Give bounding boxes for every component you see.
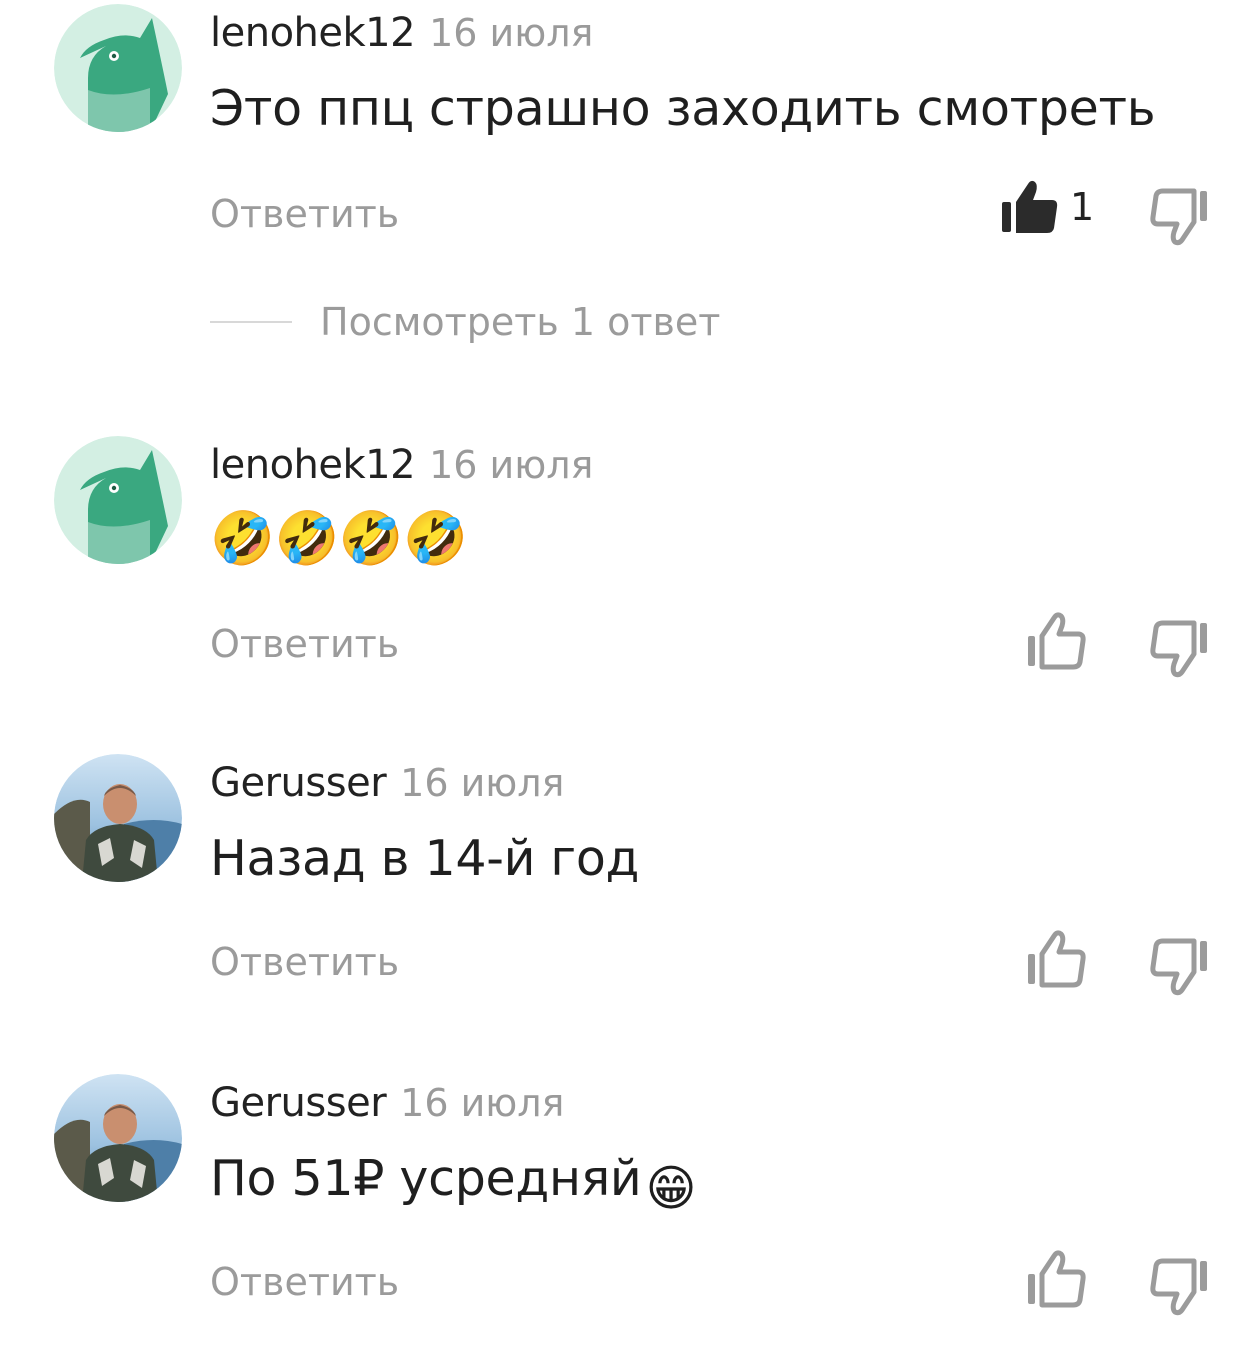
thumbs-down-icon <box>1150 188 1207 246</box>
comment-text: 🤣🤣🤣🤣 <box>210 509 468 569</box>
bird-avatar-icon <box>54 4 182 132</box>
view-replies-label: Посмотреть 1 ответ <box>320 300 721 344</box>
user-photo-avatar <box>54 754 182 882</box>
comment-date: 16 июля <box>400 761 565 805</box>
like-button[interactable] <box>1026 930 1086 988</box>
like-button[interactable] <box>1026 1250 1086 1308</box>
thumbs-down-icon <box>1150 938 1207 996</box>
comment-date: 16 июля <box>429 443 594 487</box>
author-name[interactable]: lenohek12 <box>210 442 416 488</box>
dislike-button[interactable] <box>1150 938 1210 1000</box>
thumbs-down-icon <box>1150 620 1207 678</box>
comment-text-body: По 51₽ усредняй <box>210 1150 642 1207</box>
author-name[interactable]: Gerusser <box>210 760 387 806</box>
dislike-button[interactable] <box>1150 188 1210 250</box>
dislike-button[interactable] <box>1150 620 1210 682</box>
comment-meta: Gerusser 16 июля <box>210 1080 564 1126</box>
avatar[interactable] <box>54 4 182 132</box>
comment-text: Это ппц страшно заходить смотреть <box>210 80 1156 137</box>
bird-avatar-icon <box>54 436 182 564</box>
comment-text: По 51₽ усредняй😁 <box>210 1150 697 1217</box>
thread-line <box>210 321 292 323</box>
comment-date: 16 июля <box>429 11 594 55</box>
like-count: 1 <box>1070 185 1095 229</box>
like-button[interactable]: 1 <box>1000 178 1094 236</box>
thumbs-up-filled-icon <box>1002 180 1058 233</box>
view-replies-button[interactable]: Посмотреть 1 ответ <box>210 300 720 344</box>
comment-text: Назад в 14-й год <box>210 830 640 887</box>
comment-meta: lenohek12 16 июля <box>210 10 593 56</box>
comment-meta: Gerusser 16 июля <box>210 760 564 806</box>
reply-button[interactable]: Ответить <box>210 1260 399 1304</box>
comment-date: 16 июля <box>400 1081 565 1125</box>
thumbs-up-icon <box>1028 930 1086 988</box>
thumbs-up-icon <box>1028 612 1086 670</box>
reply-button[interactable]: Ответить <box>210 622 399 666</box>
reply-button[interactable]: Ответить <box>210 940 399 984</box>
user-photo-avatar <box>54 1074 182 1202</box>
thumbs-down-icon <box>1150 1258 1207 1316</box>
author-name[interactable]: Gerusser <box>210 1080 387 1126</box>
comment-meta: lenohek12 16 июля <box>210 442 593 488</box>
avatar[interactable] <box>54 436 182 564</box>
thumbs-up-icon <box>1028 1250 1086 1308</box>
dislike-button[interactable] <box>1150 1258 1210 1320</box>
grin-emoji: 😁 <box>645 1160 697 1217</box>
reply-button[interactable]: Ответить <box>210 192 399 236</box>
avatar[interactable] <box>54 754 182 882</box>
author-name[interactable]: lenohek12 <box>210 10 416 56</box>
like-button[interactable] <box>1026 612 1086 670</box>
avatar[interactable] <box>54 1074 182 1202</box>
